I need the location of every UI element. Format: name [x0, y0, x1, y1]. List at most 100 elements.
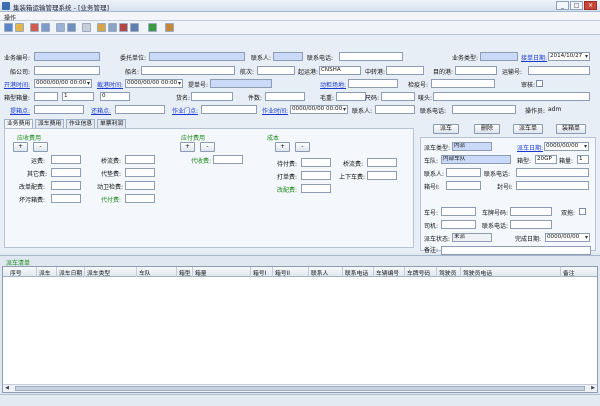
transit-no-input[interactable]	[528, 66, 590, 75]
cost2-input-1[interactable]	[367, 158, 397, 167]
open-time-picker[interactable]: 0000/00/00 00:00	[34, 79, 92, 88]
entrust-input[interactable]	[149, 52, 245, 61]
shipping-mark-input[interactable]	[433, 92, 590, 101]
dest-input[interactable]	[455, 66, 497, 75]
cost-remove-button[interactable]: -	[295, 142, 310, 152]
recv2-fee-input-3[interactable]	[125, 181, 155, 190]
box-qty-type-input[interactable]	[34, 92, 58, 101]
recv-fee-input-3[interactable]	[51, 181, 81, 190]
biz-type-input[interactable]	[480, 52, 518, 61]
maximize-button[interactable]: □	[570, 1, 583, 10]
site-contact-input[interactable]	[375, 105, 415, 114]
seal-input[interactable]	[516, 181, 589, 190]
box-type-input[interactable]: 20GP	[535, 155, 557, 164]
dispatch-contact-input[interactable]	[446, 168, 481, 177]
recv2-fee-input-4[interactable]	[125, 194, 155, 203]
payable-remove-button[interactable]: -	[200, 142, 215, 152]
accept-date-picker[interactable]: 2014/10/27	[548, 52, 590, 61]
work-time-picker[interactable]: 0000/00/00 00:00	[290, 105, 348, 114]
column-header[interactable]: 派车日期	[59, 268, 82, 277]
column-header[interactable]: 箱号II	[275, 268, 290, 277]
column-divider[interactable]	[192, 267, 193, 277]
column-header[interactable]: 派车	[39, 268, 51, 277]
dispatch-list-button[interactable]: 派车单	[513, 124, 543, 134]
carrier-input[interactable]	[34, 66, 100, 75]
tab-work-info[interactable]: 作业信息	[66, 119, 96, 128]
load-place-input[interactable]	[34, 105, 84, 114]
transit-input[interactable]	[386, 66, 424, 75]
recv-fee-input-4[interactable]	[51, 194, 81, 203]
column-divider[interactable]	[436, 267, 437, 277]
work-gate-link[interactable]: 作业门点:	[172, 106, 198, 115]
calendar-icon[interactable]	[130, 23, 139, 32]
horizontal-scrollbar[interactable]: ◀ ▶	[3, 384, 597, 392]
recv2-fee-input-2[interactable]	[125, 168, 155, 177]
finish-date-picker[interactable]: 0000/00/00	[545, 233, 590, 242]
load-place-link[interactable]: 提箱点:	[10, 106, 30, 115]
column-header[interactable]: 备注	[563, 268, 575, 277]
cost-input-3[interactable]	[301, 184, 331, 193]
scroll-left-icon[interactable]: ◀	[3, 385, 11, 392]
column-divider[interactable]	[308, 267, 309, 277]
export-icon[interactable]	[97, 23, 106, 32]
save-icon[interactable]	[4, 23, 13, 32]
close-time-link[interactable]: 截港时间:	[97, 80, 123, 89]
tab-dispatch-fee[interactable]: 派车费用	[35, 119, 65, 128]
close-button[interactable]: ×	[584, 1, 597, 10]
dispatch-type-input[interactable]: 内派	[452, 142, 492, 151]
audit-checkbox[interactable]	[536, 80, 543, 87]
column-divider[interactable]	[136, 267, 137, 277]
cost2-input-2[interactable]	[367, 171, 397, 180]
column-header[interactable]: 驾驶员电话	[463, 268, 492, 277]
paste-icon[interactable]	[67, 23, 76, 32]
column-divider[interactable]	[560, 267, 561, 277]
receivable-add-button[interactable]: +	[13, 142, 28, 152]
pay-fee-input[interactable]	[213, 155, 243, 164]
column-divider[interactable]	[460, 267, 461, 277]
delete-icon[interactable]	[30, 23, 39, 32]
column-divider[interactable]	[404, 267, 405, 277]
column-divider[interactable]	[56, 267, 57, 277]
goods-input[interactable]	[191, 92, 233, 101]
close-time-picker[interactable]: 0000/00/00 00:00	[125, 79, 183, 88]
copy-icon[interactable]	[56, 23, 65, 32]
inspect-input[interactable]	[431, 79, 495, 88]
dispatch-phone-input[interactable]	[516, 168, 589, 177]
column-divider[interactable]	[36, 267, 37, 277]
import-icon[interactable]	[82, 23, 91, 32]
bl-input[interactable]	[210, 79, 272, 88]
column-header[interactable]: 派车类型	[87, 268, 110, 277]
scroll-right-icon[interactable]: ▶	[589, 385, 597, 392]
payable-add-button[interactable]: +	[180, 142, 195, 152]
column-header[interactable]: 序号	[10, 268, 22, 277]
column-divider[interactable]	[250, 267, 251, 277]
column-divider[interactable]	[84, 267, 85, 277]
column-divider[interactable]	[342, 267, 343, 277]
tree-icon[interactable]	[148, 23, 157, 32]
return-place-link[interactable]: 还箱点:	[91, 106, 111, 115]
scroll-thumb[interactable]	[15, 386, 585, 391]
column-header[interactable]: 联系电话	[345, 268, 368, 277]
recv2-fee-input-1[interactable]	[125, 155, 155, 164]
truck-no-input[interactable]	[441, 207, 476, 216]
column-header[interactable]: 车队	[139, 268, 151, 277]
phone-input[interactable]	[339, 52, 403, 61]
volume-input[interactable]	[381, 92, 415, 101]
plate-input[interactable]	[510, 207, 552, 216]
print-icon[interactable]	[108, 23, 117, 32]
work-gate-input[interactable]	[201, 105, 257, 114]
column-header[interactable]: 车辆编号	[376, 268, 399, 277]
recv-fee-input-2[interactable]	[51, 168, 81, 177]
dispatch-button[interactable]: 派车	[433, 124, 459, 134]
cancel-icon[interactable]	[41, 23, 50, 32]
column-header[interactable]: 联系人	[311, 268, 328, 277]
load-list-button[interactable]: 装箱单	[556, 124, 586, 134]
column-divider[interactable]	[176, 267, 177, 277]
vessel-input[interactable]	[141, 66, 235, 75]
recv-fee-input-1[interactable]	[51, 155, 81, 164]
driver-phone-input[interactable]	[510, 220, 552, 229]
column-divider[interactable]	[272, 267, 273, 277]
box-qty-input[interactable]: 1	[62, 92, 94, 101]
column-header[interactable]: 驾驶员	[439, 268, 456, 277]
column-header[interactable]: 箱量	[195, 268, 207, 277]
